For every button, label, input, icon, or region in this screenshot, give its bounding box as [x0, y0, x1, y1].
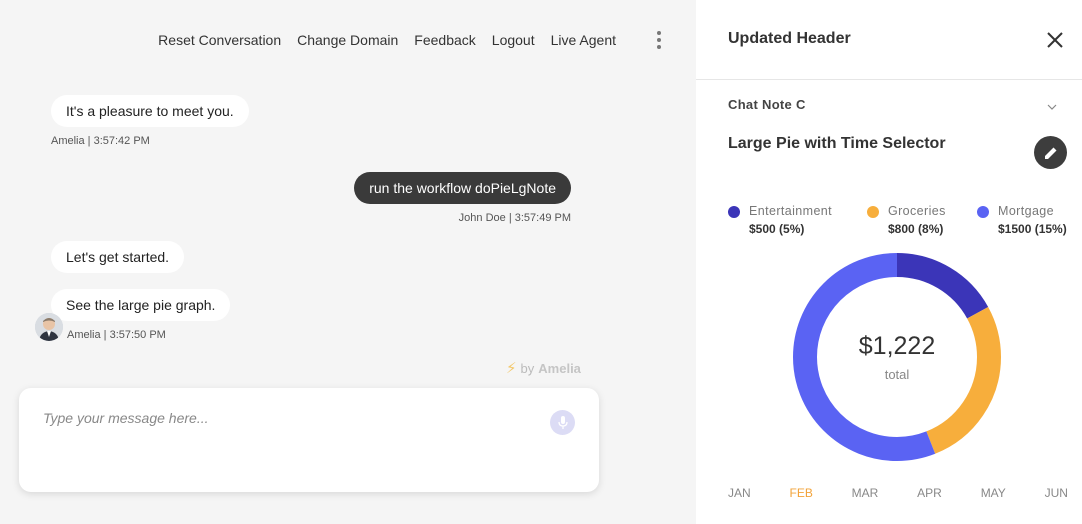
- message-composer: [19, 388, 599, 492]
- message-meta: Amelia | 3:57:50 PM: [67, 329, 166, 341]
- panel-title: Updated Header: [728, 30, 851, 47]
- note-title[interactable]: Chat Note C: [728, 97, 806, 112]
- side-panel: Updated Header Chat Note C Large Pie wit…: [696, 0, 1082, 524]
- microphone-icon[interactable]: [550, 410, 575, 435]
- month-selector: JAN FEB MAR APR MAY JUN: [728, 486, 1068, 500]
- legend-value: $1500 (15%): [998, 222, 1067, 236]
- top-nav: Reset Conversation Change Domain Feedbac…: [158, 32, 616, 48]
- powered-by: ⚡ by Amelia: [506, 359, 581, 377]
- reset-conversation-link[interactable]: Reset Conversation: [158, 32, 281, 48]
- bolt-icon: ⚡: [506, 360, 517, 377]
- legend-dot: [867, 206, 879, 218]
- chart-total-label: total: [884, 367, 910, 382]
- live-agent-link[interactable]: Live Agent: [551, 32, 616, 48]
- chart-total-value: $1,222: [858, 332, 936, 360]
- chevron-down-icon[interactable]: [1046, 99, 1058, 110]
- close-icon[interactable]: [1046, 31, 1064, 49]
- panel-divider: [696, 79, 1082, 80]
- legend-name: Groceries: [888, 204, 946, 218]
- month-tab-jun[interactable]: JUN: [1045, 486, 1068, 500]
- message-input[interactable]: [43, 410, 523, 426]
- month-tab-feb[interactable]: FEB: [790, 486, 813, 500]
- legend-value: $800 (8%): [888, 222, 944, 236]
- month-tab-may[interactable]: MAY: [981, 486, 1006, 500]
- edit-button[interactable]: [1034, 136, 1067, 169]
- user-message: run the workflow doPieLgNote: [354, 172, 571, 204]
- month-tab-apr[interactable]: APR: [917, 486, 942, 500]
- legend-value: $500 (5%): [749, 222, 805, 236]
- message-meta: Amelia | 3:57:42 PM: [51, 135, 150, 147]
- avatar: [35, 313, 63, 341]
- legend-name: Mortgage: [998, 204, 1055, 218]
- month-tab-mar[interactable]: MAR: [852, 486, 879, 500]
- chart-title: Large Pie with Time Selector: [728, 135, 946, 152]
- legend-dot: [977, 206, 989, 218]
- legend-name: Entertainment: [749, 204, 833, 218]
- more-options-icon[interactable]: [655, 31, 663, 49]
- pencil-icon: [1044, 147, 1056, 159]
- agent-message: See the large pie graph.: [51, 289, 231, 321]
- feedback-link[interactable]: Feedback: [414, 32, 475, 48]
- powered-by-prefix: by: [520, 360, 535, 376]
- agent-message: It's a pleasure to meet you.: [51, 95, 249, 127]
- powered-by-brand: Amelia: [538, 360, 581, 376]
- message-meta: John Doe | 3:57:49 PM: [458, 212, 571, 224]
- logout-link[interactable]: Logout: [492, 32, 535, 48]
- change-domain-link[interactable]: Change Domain: [297, 32, 398, 48]
- chat-area: Reset Conversation Change Domain Feedbac…: [0, 0, 696, 524]
- agent-message: Let's get started.: [51, 241, 185, 273]
- month-tab-jan[interactable]: JAN: [728, 486, 751, 500]
- legend-dot: [728, 206, 740, 218]
